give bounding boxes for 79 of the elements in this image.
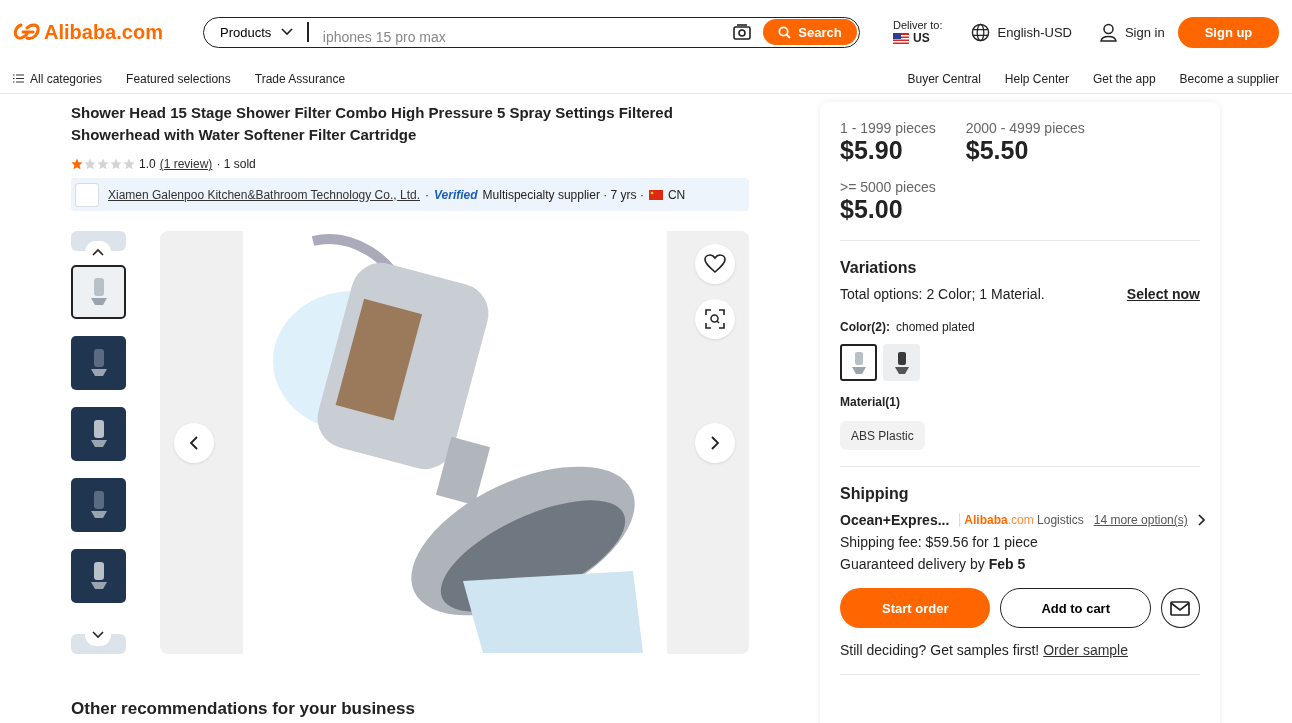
product-thumbnail[interactable] (71, 336, 126, 390)
nav-link[interactable]: Become a supplier (1179, 71, 1279, 86)
separator: · (425, 187, 429, 202)
select-now-link[interactable]: Select now (1126, 286, 1200, 302)
flag-icon (893, 32, 909, 44)
shipping-method: Ocean+Expres... (840, 512, 950, 528)
shipping-fee: Shipping fee: $59.56 for 1 piece (840, 534, 1039, 550)
previous-image-button[interactable] (174, 423, 214, 463)
nav-link[interactable]: All categories (30, 71, 103, 86)
quantity-range: >= 5000 pieces (840, 179, 936, 195)
chevron-right-icon[interactable] (1197, 514, 1206, 526)
price: $5.50 (965, 136, 1030, 165)
review-link[interactable]: (1 review) (159, 157, 213, 171)
favorite-button[interactable] (695, 244, 735, 284)
message-button[interactable] (1160, 588, 1200, 628)
supplier-logo-icon (75, 182, 99, 207)
envelope-icon (1170, 600, 1191, 616)
star-icon (123, 158, 135, 170)
nav-link[interactable]: Help Center (1004, 71, 1069, 86)
flag-icon (648, 189, 663, 200)
category-dropdown[interactable]: Products (216, 24, 302, 40)
product-title: Shower Head 15 Stage Shower Filter Combo High Pressure 5 Spray Settings Filtered Showerhead with Water Softener Filter Cartridge (71, 103, 674, 145)
next-image-button[interactable] (695, 423, 735, 463)
sign-in-link[interactable]: Sign in (1124, 24, 1165, 40)
deliver-country[interactable]: US (913, 31, 930, 45)
material-label: Material(1) (840, 395, 902, 409)
logo-icon (13, 22, 41, 42)
supplier-country: CN (667, 187, 686, 202)
nav-link[interactable]: Featured selections (126, 71, 231, 86)
menu-icon (13, 74, 24, 83)
supplier-name-link[interactable]: Xiamen Galenpoo Kitchen&Bathroom Technology Co., Ltd. (108, 187, 420, 202)
heart-icon (704, 254, 726, 274)
rating-value: 1.0 (139, 157, 156, 171)
camera-icon[interactable] (733, 24, 751, 40)
material-option[interactable]: ABS Plastic (840, 421, 925, 450)
user-icon (1099, 22, 1117, 42)
color-value: chomed plated (896, 320, 975, 334)
search-icon (778, 25, 792, 39)
star-icon (110, 158, 122, 170)
section-heading: Other recommendations for your business (71, 699, 416, 719)
deliver-label: Deliver to: (893, 19, 943, 31)
price: $5.90 (840, 136, 904, 165)
quantity-range: 2000 - 4999 pieces (965, 120, 1085, 136)
add-to-cart-button[interactable]: Add to cart (1000, 588, 1151, 628)
logistics-brand: Alibaba.com Logistics (959, 513, 1084, 527)
image-search-icon (705, 309, 725, 329)
order-sample-link[interactable]: Order sample (1043, 642, 1128, 658)
chevron-up-icon (92, 248, 104, 256)
chevron-right-icon (710, 436, 720, 450)
quantity-range: 1 - 1999 pieces (840, 120, 936, 136)
star-icon (97, 158, 109, 170)
product-thumbnail[interactable] (71, 549, 126, 603)
globe-icon (970, 22, 990, 42)
delivery-date: Guaranteed delivery by Feb 5 (840, 556, 1027, 572)
section-heading: Shipping (840, 485, 910, 503)
chevron-left-icon (189, 436, 199, 450)
options-summary: Total options: 2 Color; 1 Material. (840, 286, 1045, 302)
nav-link[interactable]: Trade Assurance (254, 71, 346, 86)
nav-link[interactable]: Get the app (1092, 71, 1156, 86)
color-swatch[interactable] (840, 344, 877, 381)
more-options-link[interactable]: 14 more option(s) (1093, 513, 1188, 527)
samples-text: Still deciding? Get samples first! (840, 642, 1040, 658)
chevron-down-icon (92, 631, 104, 639)
sold-count: · 1 sold (216, 157, 256, 171)
price: $5.00 (840, 195, 904, 224)
star-icon (71, 158, 83, 170)
color-label: Color(2): (840, 320, 890, 334)
product-thumbnail[interactable] (71, 407, 126, 461)
verified-label: Verified (434, 187, 478, 202)
nav-link[interactable]: Buyer Central (907, 71, 981, 86)
language-selector[interactable]: English-USD (997, 24, 1072, 40)
star-icon (84, 158, 96, 170)
section-heading: Variations (840, 259, 918, 277)
product-thumbnail[interactable] (71, 478, 126, 532)
supplier-details: Multispecialty supplier · 7 yrs · (482, 187, 644, 202)
chevron-down-icon (281, 28, 294, 36)
color-swatch[interactable] (883, 344, 920, 381)
product-thumbnail[interactable] (71, 265, 126, 319)
image-search-button[interactable] (695, 299, 735, 339)
